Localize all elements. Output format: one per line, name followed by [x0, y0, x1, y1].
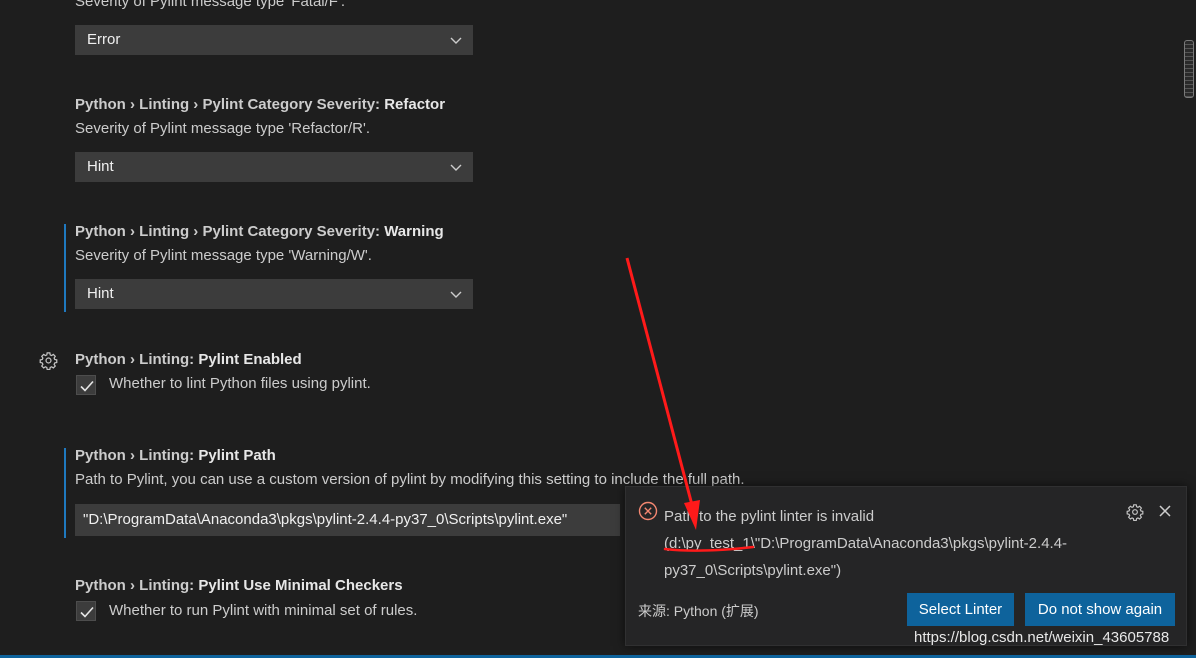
setting-fatal: Severity of Pylint message type 'Fatal/F…	[75, 0, 815, 12]
setting-minimal-category: Python › Linting:	[75, 577, 199, 594]
setting-enabled-category: Python › Linting:	[75, 351, 199, 368]
notification-source: 来源: Python (扩展)	[638, 603, 759, 619]
setting-refactor-value: Hint	[87, 158, 114, 175]
setting-warning-select[interactable]: Hint	[75, 279, 473, 309]
setting-warning-name: Warning	[384, 223, 444, 240]
scrollbar-thumb[interactable]	[1184, 40, 1194, 98]
notification-line-2: (d:\py_test_1\"D:\ProgramData\Anaconda3\…	[664, 535, 1068, 552]
modified-indicator	[64, 224, 66, 312]
setting-fatal-value: Error	[87, 31, 121, 48]
chevron-down-icon	[450, 164, 462, 171]
chevron-down-icon	[450, 37, 462, 44]
watermark: https://blog.csdn.net/weixin_43605788	[914, 629, 1170, 646]
setting-enabled: Python › Linting: Pylint Enabled	[75, 350, 815, 370]
setting-refactor-category: Python › Linting › Pylint Category Sever…	[75, 96, 385, 113]
notification-message: Path to the pylint linter is invalid (d:…	[664, 503, 1114, 584]
setting-refactor-title: Python › Linting › Pylint Category Sever…	[75, 95, 815, 115]
setting-enabled-title: Python › Linting: Pylint Enabled	[75, 350, 815, 370]
setting-refactor-select[interactable]: Hint	[75, 152, 473, 182]
notification-toast: Path to the pylint linter is invalid (d:…	[625, 486, 1187, 646]
setting-refactor: Python › Linting › Pylint Category Sever…	[75, 95, 815, 139]
gear-icon[interactable]	[1126, 503, 1144, 521]
do-not-show-again-button[interactable]: Do not show again	[1025, 593, 1175, 626]
setting-path-name: Pylint Path	[198, 447, 276, 464]
close-icon[interactable]	[1158, 504, 1172, 518]
setting-minimal-checkbox[interactable]	[76, 601, 96, 621]
setting-fatal-select[interactable]: Error	[75, 25, 473, 55]
chevron-down-icon	[450, 291, 462, 298]
notification-line-3: py37_0\Scripts\pylint.exe")	[664, 562, 842, 579]
setting-path-title: Python › Linting: Pylint Path	[75, 446, 815, 466]
check-icon	[80, 606, 94, 618]
setting-warning-desc: Severity of Pylint message type 'Warning…	[75, 247, 372, 264]
setting-warning-value: Hint	[87, 285, 114, 302]
setting-warning-title: Python › Linting › Pylint Category Sever…	[75, 222, 815, 242]
check-icon	[80, 380, 94, 392]
setting-path-category: Python › Linting:	[75, 447, 199, 464]
setting-enabled-checkbox[interactable]	[76, 375, 96, 395]
setting-fatal-desc: Severity of Pylint message type 'Fatal/F…	[75, 0, 345, 10]
notification-line-1: Path to the pylint linter is invalid	[664, 508, 875, 525]
settings-editor: Severity of Pylint message type 'Fatal/F…	[0, 0, 1196, 658]
setting-path-input[interactable]: "D:\ProgramData\Anaconda3\pkgs\pylint-2.…	[75, 504, 620, 536]
setting-path: Python › Linting: Pylint Path Path to Py…	[75, 446, 815, 490]
setting-refactor-desc: Severity of Pylint message type 'Refacto…	[75, 120, 371, 137]
setting-enabled-desc: Whether to lint Python files using pylin…	[109, 375, 371, 392]
setting-minimal-name: Pylint Use Minimal Checkers	[198, 577, 403, 594]
error-icon	[638, 501, 658, 521]
setting-enabled-name: Pylint Enabled	[198, 351, 302, 368]
modified-indicator	[64, 448, 66, 538]
setting-refactor-name: Refactor	[384, 96, 446, 113]
setting-minimal-desc: Whether to run Pylint with minimal set o…	[109, 602, 418, 619]
select-linter-button[interactable]: Select Linter	[907, 593, 1014, 626]
setting-warning-category: Python › Linting › Pylint Category Sever…	[75, 223, 385, 240]
gear-icon[interactable]	[39, 351, 58, 370]
setting-warning: Python › Linting › Pylint Category Sever…	[75, 222, 815, 266]
